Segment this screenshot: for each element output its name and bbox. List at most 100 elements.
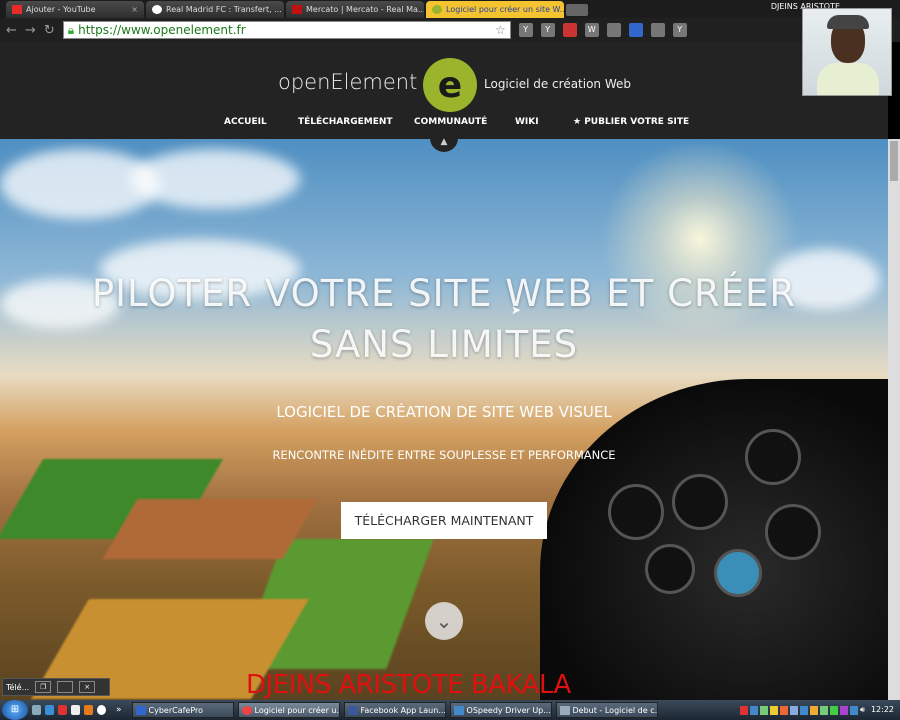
opera-icon[interactable] (97, 705, 106, 715)
lock-icon: 🔒︎ (67, 22, 75, 37)
file-icon[interactable] (71, 705, 80, 715)
minimized-window[interactable]: Télé... ❐ × (2, 678, 110, 696)
clock[interactable]: 12:22 (871, 705, 894, 715)
restore-icon[interactable]: ❐ (35, 681, 52, 693)
facebook-icon (347, 705, 358, 715)
tray-icon[interactable] (739, 705, 748, 715)
taskbar-item[interactable]: Debut - Logiciel de c... (555, 702, 658, 718)
more-icon[interactable]: » (116, 705, 122, 715)
url-text: https://www.openelement.fr (78, 23, 246, 37)
webcam-overlay (802, 8, 892, 96)
scrollbar-thumb[interactable] (890, 141, 898, 181)
tab-label: Real Madrid FC : Transfert, ... (166, 5, 282, 14)
forward-icon[interactable]: → (25, 23, 36, 38)
gauge (645, 544, 695, 594)
person-shirt (817, 63, 879, 95)
hero-tagline: RENCONTRE INÉDITE ENTRE SOUPLESSE ET PER… (272, 448, 616, 462)
download-icon[interactable] (628, 23, 643, 37)
nav-communaute[interactable]: COMMUNAUTÉ (414, 117, 487, 127)
tab-label: Mercato | Mercato - Real Ma... (306, 5, 424, 14)
app-icon (559, 705, 570, 715)
extension-icon[interactable]: W (584, 23, 599, 37)
cloud (130, 149, 300, 209)
extension-icon[interactable] (606, 23, 621, 37)
new-tab-button[interactable] (566, 4, 588, 16)
ie-icon[interactable] (45, 705, 54, 715)
glider-cockpit (540, 379, 888, 700)
app-icon (135, 705, 146, 715)
tray-icon[interactable] (809, 705, 818, 715)
extension-icon[interactable] (562, 23, 577, 37)
chrome-icon (241, 705, 252, 715)
taskbar-item[interactable]: OSpeedy Driver Up... (449, 702, 552, 718)
gauge (672, 474, 728, 530)
reload-icon[interactable]: ↻ (44, 23, 55, 38)
tray-icon[interactable] (819, 705, 828, 715)
address-bar[interactable]: 🔒︎ https://www.openelement.fr ☆ (62, 21, 511, 39)
taskbar-item[interactable]: Facebook App Laun... (343, 702, 446, 718)
back-icon[interactable]: ← (6, 23, 17, 38)
taskbar-item[interactable]: CyberCafePro (131, 702, 234, 718)
show-desktop-icon[interactable] (32, 705, 41, 715)
tray-icon[interactable] (789, 705, 798, 715)
minimized-window-label: Télé... (6, 682, 30, 692)
tray-icon[interactable] (839, 705, 848, 715)
close-icon[interactable]: × (79, 681, 96, 693)
watermark-text: DJEINS ARISTOTE BAKALA (246, 670, 571, 700)
page-scrollbar[interactable] (888, 139, 900, 700)
download-now-button[interactable]: TÉLÉCHARGER MAINTENANT (341, 502, 547, 539)
browser-tab[interactable]: Mercato | Mercato - Real Ma...× (286, 1, 424, 18)
browser-toolbar: ← → ↻ 🔒︎ https://www.openelement.fr ☆ Y … (0, 18, 900, 42)
maximize-icon[interactable] (57, 681, 74, 693)
nav-telechargement[interactable]: TÉLÉCHARGEMENT (298, 117, 393, 127)
browser-tab-active[interactable]: Logiciel pour créer un site W...× (426, 1, 564, 18)
nav-wiki[interactable]: WIKI (515, 117, 539, 127)
mouse-cursor-icon: ➤ (511, 303, 522, 317)
gauge (608, 484, 664, 540)
site-tagline: Logiciel de création Web (484, 77, 632, 91)
taskbar: ⊞ » CyberCafePro Logiciel pour créer u..… (0, 700, 900, 720)
bookmark-star-icon[interactable]: ☆ (495, 23, 506, 37)
logo-text[interactable]: openElement (278, 70, 417, 94)
extension-icon[interactable]: Y (672, 23, 687, 37)
tab-strip: Ajouter - YouTube × Real Madrid FC : Tran… (0, 0, 900, 18)
tray-icon[interactable] (849, 705, 858, 715)
nav-accueil[interactable]: ACCUEIL (224, 117, 267, 127)
gauge (765, 504, 821, 560)
tab-label: Logiciel pour créer un site W... (446, 5, 564, 14)
tray-icon[interactable] (779, 705, 788, 715)
tray-icon[interactable] (829, 705, 838, 715)
openelement-icon (432, 5, 442, 14)
app-icon (453, 705, 464, 715)
extension-icon[interactable] (650, 23, 665, 37)
start-button[interactable]: ⊞ (2, 700, 28, 720)
extension-icon[interactable]: Y (518, 23, 533, 37)
logo-icon[interactable]: e (423, 58, 477, 112)
volume-icon[interactable]: 🔊︎ (860, 705, 865, 715)
tab-label: Ajouter - YouTube (26, 5, 96, 14)
taskbar-item-label: OSpeedy Driver Up... (466, 705, 551, 715)
nav-publier[interactable]: ★ PUBLIER VOTRE SITE (573, 117, 689, 127)
tray-icon[interactable] (759, 705, 768, 715)
taskbar-item-label: Logiciel pour créer u... (254, 705, 340, 715)
soccer-ball-icon (152, 5, 162, 14)
browser-tab[interactable]: Real Madrid FC : Transfert, ...× (146, 1, 284, 18)
taskbar-item[interactable]: Logiciel pour créer u... (237, 702, 340, 718)
tray-icon[interactable] (799, 705, 808, 715)
scroll-down-icon[interactable]: ⌄ (425, 602, 463, 640)
tray-icon[interactable] (769, 705, 778, 715)
gauge (714, 549, 762, 597)
extension-icon[interactable]: Y (540, 23, 555, 37)
hero-title: PILOTER VOTRE SITE WEB ET CRÉER SANS LIMI… (0, 268, 888, 370)
person-cap (827, 15, 869, 29)
close-tab-icon[interactable]: × (131, 5, 138, 14)
tray-icon[interactable] (749, 705, 758, 715)
youtube-icon (12, 5, 22, 14)
firefox-icon[interactable] (84, 705, 93, 715)
browser-tab[interactable]: Ajouter - YouTube × (6, 1, 144, 18)
yandex-icon[interactable] (58, 705, 67, 715)
hero-subtitle: LOGICIEL DE CRÉATION DE SITE WEB VISUEL (276, 403, 612, 421)
logo-letter: e (437, 64, 463, 106)
system-tray: 🔊︎ 12:22 (739, 705, 900, 715)
field (102, 499, 318, 559)
